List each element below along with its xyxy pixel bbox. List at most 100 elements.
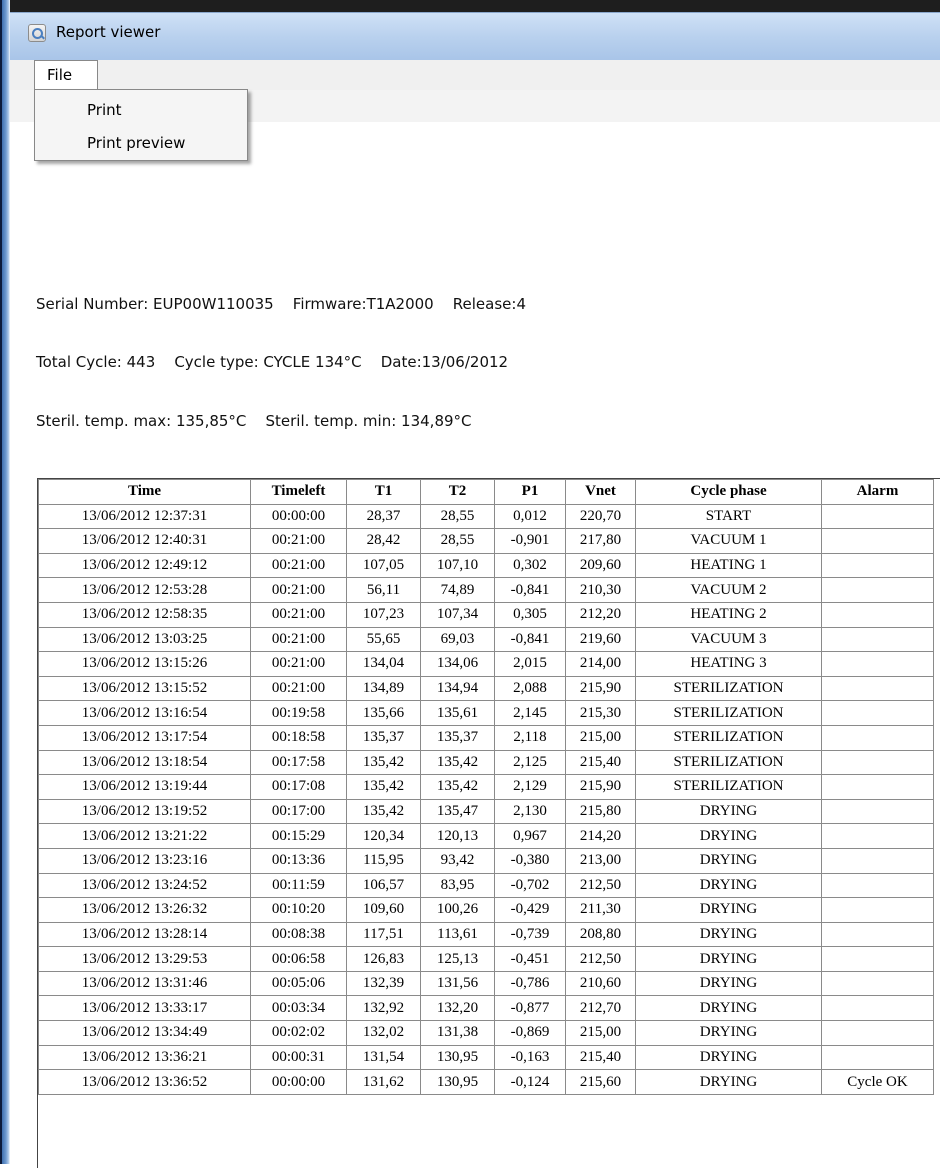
cell-alarm — [821, 774, 934, 800]
cell-t2: 135,61 — [420, 700, 495, 726]
cell-t1: 28,37 — [346, 503, 421, 530]
cell-timeleft: 00:13:36 — [250, 847, 347, 874]
cell-p1: 2,145 — [494, 700, 566, 726]
cell-vnet: 220,70 — [565, 503, 636, 530]
cell-cycle-phase: DRYING — [635, 1044, 822, 1071]
cell-alarm — [821, 1020, 934, 1046]
cell-vnet: 215,60 — [565, 1069, 636, 1095]
cell-t1: 131,54 — [346, 1044, 421, 1071]
cell-t2: 28,55 — [420, 528, 495, 554]
cell-timeleft: 00:03:34 — [250, 995, 347, 1022]
cell-timeleft: 00:00:00 — [250, 1069, 347, 1095]
cell-p1: 0,967 — [494, 823, 566, 849]
cell-timeleft: 00:15:29 — [250, 823, 347, 849]
cell-t2: 83,95 — [420, 872, 495, 899]
magnifier-icon — [28, 24, 46, 42]
window-title: Report viewer — [56, 23, 161, 41]
cell-cycle-phase: DRYING — [635, 798, 822, 825]
cell-t1: 117,51 — [346, 921, 421, 948]
cell-time: 13/06/2012 13:28:14 — [38, 921, 251, 948]
cell-vnet: 213,00 — [565, 847, 636, 874]
cell-t1: 115,95 — [346, 847, 421, 874]
cell-t1: 131,62 — [346, 1069, 421, 1095]
cell-t2: 100,26 — [420, 897, 495, 923]
cell-timeleft: 00:05:06 — [250, 970, 347, 997]
table-row: 13/06/2012 12:37:31 00:00:00 28,37 28,55 0,0… — [38, 503, 934, 530]
cell-time: 13/06/2012 13:19:44 — [38, 774, 251, 800]
cell-timeleft: 00:10:20 — [250, 897, 347, 923]
cell-timeleft: 00:17:08 — [250, 774, 347, 800]
cell-cycle-phase: STERILIZATION — [635, 724, 822, 751]
cell-vnet: 210,30 — [565, 577, 636, 603]
table-row: 13/06/2012 13:21:22 00:15:29 120,34 120,13 0… — [38, 823, 934, 849]
cell-vnet: 212,20 — [565, 601, 636, 628]
cell-vnet: 215,40 — [565, 1044, 636, 1071]
cycle-report-table: Time Timeleft T1 T2 P1 Vnet Cycle phase Alarm 1… — [38, 479, 934, 1095]
cell-cycle-phase: DRYING — [635, 970, 822, 997]
column-header-timeleft: Timeleft — [250, 479, 347, 505]
cell-vnet: 215,40 — [565, 749, 636, 776]
cell-cycle-phase: DRYING — [635, 921, 822, 948]
cell-vnet: 215,90 — [565, 675, 636, 702]
cell-time: 13/06/2012 12:53:28 — [38, 577, 251, 603]
file-dropdown-menu: Print Print preview — [34, 89, 248, 161]
table-row: 13/06/2012 12:40:31 00:21:00 28,42 28,55 -0,… — [38, 528, 934, 554]
cell-timeleft: 00:02:02 — [250, 1020, 347, 1046]
cell-alarm: Cycle OK — [821, 1069, 934, 1095]
cell-p1: -0,869 — [494, 1020, 566, 1046]
cell-t2: 131,56 — [420, 970, 495, 997]
cell-t2: 69,03 — [420, 626, 495, 653]
table-row: 13/06/2012 13:33:17 00:03:34 132,92 132,20-… — [38, 995, 934, 1022]
cell-cycle-phase: HEATING 3 — [635, 651, 822, 677]
cell-t2: 113,61 — [420, 921, 495, 948]
column-header-vnet: Vnet — [565, 479, 636, 505]
cell-p1: 2,129 — [494, 774, 566, 800]
cell-time: 13/06/2012 13:31:46 — [38, 970, 251, 997]
cell-time: 13/06/2012 13:15:52 — [38, 675, 251, 702]
cell-alarm — [821, 921, 934, 948]
cell-p1: -0,451 — [494, 946, 566, 972]
menu-file[interactable]: File — [34, 60, 98, 90]
table-row: 13/06/2012 13:15:52 00:21:00 134,89 134,94 2… — [38, 675, 934, 702]
cell-vnet: 208,80 — [565, 921, 636, 948]
table-row: 13/06/2012 13:23:16 00:13:36 115,95 93,42 -0… — [38, 847, 934, 874]
cell-t2: 107,10 — [420, 552, 495, 579]
cell-alarm — [821, 1044, 934, 1071]
cell-timeleft: 00:11:59 — [250, 872, 347, 899]
cell-vnet: 215,90 — [565, 774, 636, 800]
cell-p1: 2,015 — [494, 651, 566, 677]
cell-p1: -0,429 — [494, 897, 566, 923]
cell-cycle-phase: VACUUM 2 — [635, 577, 822, 603]
cell-time: 13/06/2012 13:15:26 — [38, 651, 251, 677]
cell-t2: 135,47 — [420, 798, 495, 825]
cell-p1: 0,305 — [494, 601, 566, 628]
table-row: 13/06/2012 13:19:44 00:17:08 135,42 135,42 2… — [38, 774, 934, 800]
cell-t1: 132,92 — [346, 995, 421, 1022]
cell-timeleft: 00:21:00 — [250, 528, 347, 554]
cell-vnet: 211,30 — [565, 897, 636, 923]
menu-item-print-preview[interactable]: Print preview — [87, 134, 185, 152]
cell-t1: 120,34 — [346, 823, 421, 849]
cell-t1: 135,66 — [346, 700, 421, 726]
cell-alarm — [821, 503, 934, 530]
cell-time: 13/06/2012 12:49:12 — [38, 552, 251, 579]
menu-item-print[interactable]: Print — [87, 101, 122, 119]
table-row: 13/06/2012 12:58:35 00:21:00 107,23 107,34 0… — [38, 601, 934, 628]
cell-time: 13/06/2012 12:40:31 — [38, 528, 251, 554]
cell-cycle-phase: DRYING — [635, 946, 822, 972]
cell-p1: -0,901 — [494, 528, 566, 554]
cell-p1: 2,130 — [494, 798, 566, 825]
window-titlebar[interactable]: Report viewer — [10, 12, 940, 61]
screen-top-edge — [0, 0, 940, 12]
table-row: 13/06/2012 13:31:46 00:05:06 132,39 131,56-… — [38, 970, 934, 997]
cell-alarm — [821, 528, 934, 554]
cell-t2: 131,38 — [420, 1020, 495, 1046]
cell-cycle-phase: HEATING 2 — [635, 601, 822, 628]
cell-alarm — [821, 577, 934, 603]
cell-t1: 134,04 — [346, 651, 421, 677]
cell-vnet: 215,30 — [565, 700, 636, 726]
window-left-frame — [0, 0, 10, 1164]
cell-time: 13/06/2012 13:26:32 — [38, 897, 251, 923]
cell-t2: 125,13 — [420, 946, 495, 972]
cell-cycle-phase: DRYING — [635, 1020, 822, 1046]
